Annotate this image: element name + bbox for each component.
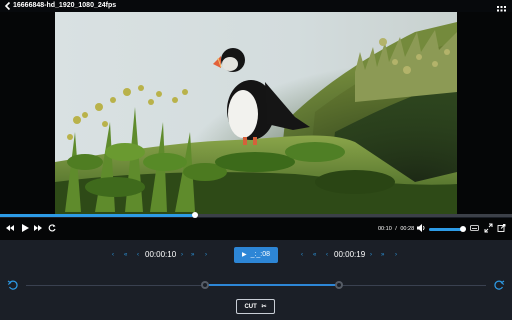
replay-icon[interactable]: [46, 222, 58, 238]
start-next-button[interactable]: ›: [181, 251, 183, 259]
scissors-icon: ✂: [261, 304, 267, 310]
video-title: 16666848-hd_1920_1080_24fps: [13, 2, 117, 9]
grid-menu-icon[interactable]: [497, 2, 506, 15]
fullscreen-icon[interactable]: [483, 222, 493, 238]
video-frame-puffin-image: [55, 12, 457, 214]
preview-play-icon: ▶: [241, 252, 247, 258]
end-next-frame-button[interactable]: ›: [395, 251, 397, 259]
reset-start-icon[interactable]: [6, 278, 20, 292]
volume-icon[interactable]: [415, 222, 427, 238]
end-prev-button[interactable]: ‹: [326, 251, 328, 259]
trim-end-handle[interactable]: [334, 281, 343, 289]
video-frame[interactable]: [55, 12, 457, 214]
current-time: 00:10: [378, 226, 392, 232]
end-time-stamp: 00:00:19: [334, 250, 366, 259]
external-open-icon[interactable]: [496, 222, 506, 238]
total-time: 00:28: [400, 226, 415, 232]
end-next-second-button[interactable]: »: [381, 251, 384, 259]
trim-start-handle[interactable]: [201, 281, 210, 289]
start-next-frame-button[interactable]: ›: [205, 251, 207, 259]
preview-play-button[interactable]: ▶ _:_:08: [234, 247, 278, 263]
time-separator: /: [395, 226, 397, 232]
rewind-icon[interactable]: [4, 222, 16, 238]
preview-play-label: _:_:08: [250, 251, 271, 258]
subtitles-icon[interactable]: [469, 222, 479, 238]
end-prev-second-button[interactable]: «: [313, 251, 316, 259]
start-prev-frame-button[interactable]: ‹: [112, 251, 114, 259]
fast-forward-icon[interactable]: [32, 222, 44, 238]
volume-slider-thumb[interactable]: [460, 226, 467, 232]
back-arrow-icon[interactable]: [3, 1, 13, 11]
volume-slider-level: [429, 228, 464, 231]
start-time-stamp: 00:00:10: [145, 250, 177, 259]
start-prev-second-button[interactable]: «: [124, 251, 127, 259]
end-next-button[interactable]: ›: [370, 251, 372, 259]
cut-button[interactable]: CUT ✂: [236, 299, 275, 314]
cut-button-label: CUT: [244, 304, 257, 310]
trim-range-selection: [205, 284, 339, 286]
play-icon[interactable]: [19, 222, 31, 238]
seek-bar-progress: [0, 214, 195, 217]
end-prev-frame-button[interactable]: ‹: [301, 251, 303, 259]
start-prev-button[interactable]: ‹: [137, 251, 139, 259]
start-next-second-button[interactable]: »: [191, 251, 194, 259]
reset-end-icon[interactable]: [492, 278, 506, 292]
time-display: 00:10 / 00:28: [378, 225, 414, 233]
